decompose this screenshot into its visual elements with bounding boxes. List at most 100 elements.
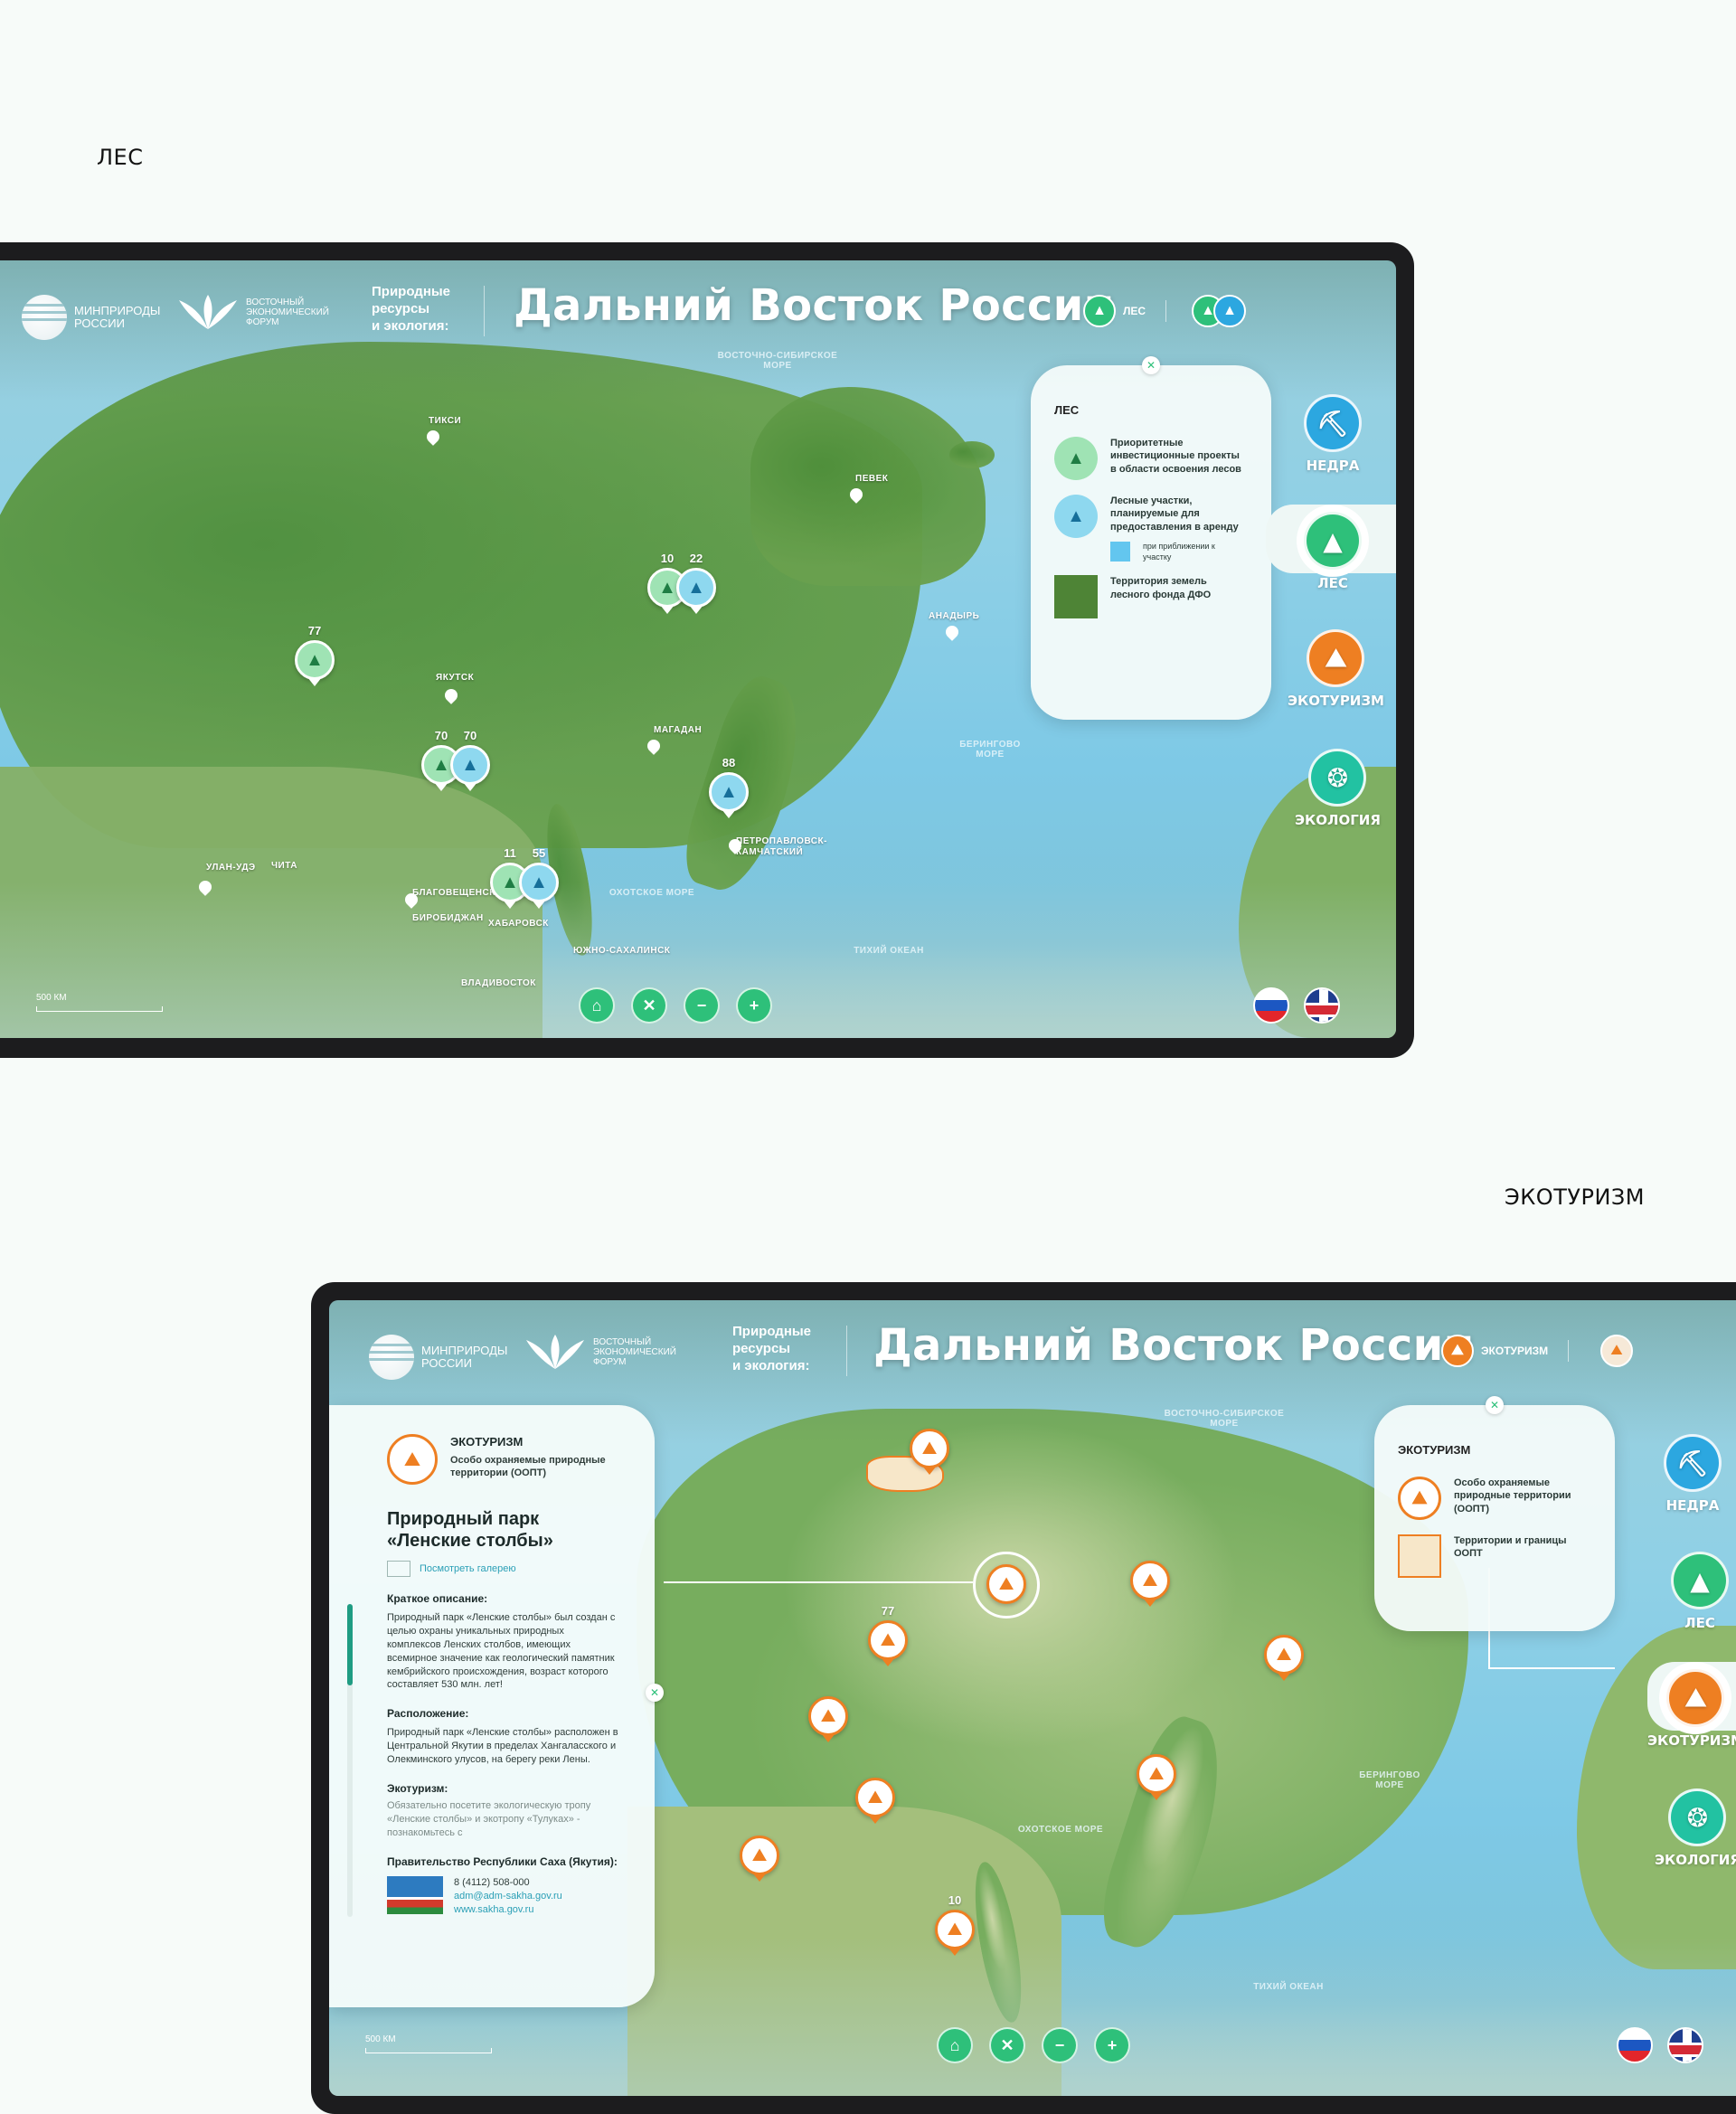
forest-plot-pin[interactable]: 88 ▲ [709, 756, 749, 818]
zoom-in-button[interactable]: + [1094, 2027, 1130, 2063]
contact-website[interactable]: www.sakha.gov.ru [454, 1904, 533, 1915]
city-label: ТИКСИ [429, 416, 462, 426]
russian-flag-icon[interactable] [1253, 987, 1289, 1024]
legend-close-button[interactable]: ✕ [1486, 1396, 1504, 1414]
ecotourism-pin[interactable]: ⛰ [855, 1778, 895, 1824]
uk-flag-icon[interactable] [1304, 987, 1340, 1024]
category-ecotourism[interactable]: ⛰ ЭКОТУРИЗМ [1647, 1669, 1736, 1749]
forest-project-pin[interactable]: 77 ▲ [295, 624, 335, 686]
legend-title: ЛЕС [1054, 403, 1080, 417]
pin-tail [821, 1733, 835, 1742]
map-controls: ⌂ ✕ − + [579, 987, 772, 1024]
city-label: УЛАН-УДЭ [206, 863, 256, 873]
legend-row: ⛰ Особо охраняемые природные территории … [1398, 1477, 1591, 1520]
russian-flag-icon[interactable] [1617, 2027, 1653, 2063]
ecotourism-pin[interactable]: ⛰ [910, 1429, 949, 1475]
ecotourism-pin[interactable]: ⛰ [740, 1836, 779, 1882]
category-ecology[interactable]: ❂ ЭКОЛОГИЯ [1295, 749, 1381, 828]
legend-close-button[interactable]: ✕ [1142, 356, 1160, 374]
eco-caption-line3: и экология: [372, 317, 449, 334]
hiker-icon: ⛰ [868, 1620, 908, 1660]
legend-row: Территория земель лесного фонда ДФО [1054, 575, 1248, 619]
city-marker-icon[interactable] [943, 623, 961, 641]
pin-tail [881, 1657, 895, 1666]
lotus-icon [179, 295, 237, 329]
ecotourism-pin-selected[interactable]: ⛰ [986, 1564, 1026, 1604]
pin-tail [868, 1815, 882, 1824]
city-label: ПЕВЕК [855, 474, 889, 484]
scroll-thumb[interactable] [347, 1604, 353, 1685]
zoom-out-button[interactable]: − [1042, 2027, 1078, 2063]
tree-blue-icon: ▲ [450, 745, 490, 785]
hiker-icon: ⛰ [910, 1429, 949, 1468]
hiker-icon: ⛰ [1264, 1635, 1304, 1675]
logo-ministry-line1: МИНПРИРОДЫ [421, 1344, 508, 1358]
gallery-link[interactable]: Посмотреть галерею [387, 1561, 618, 1577]
category-ecology[interactable]: ❂ ЭКОЛОГИЯ [1655, 1788, 1736, 1868]
active-layer-chip[interactable]: ▲ ЛЕС [1083, 295, 1167, 327]
category-label: НЕДРА [1306, 458, 1360, 474]
pin-count: 10 [660, 552, 675, 565]
tree-icon: ▲ [1054, 437, 1098, 480]
ecotourism-pin[interactable]: ⛰ [1130, 1561, 1170, 1607]
pin-tail [532, 900, 546, 909]
info-close-button[interactable]: ✕ [646, 1684, 664, 1702]
tree-icon: ▲ [1083, 295, 1116, 327]
pin-tail [503, 900, 517, 909]
category-les[interactable]: ▲ ЛЕС [1304, 512, 1362, 591]
legend-title: ЭКОТУРИЗМ [1398, 1443, 1471, 1457]
pin-count: 77 [881, 1604, 895, 1618]
pin-count: 11 [504, 846, 516, 860]
home-button[interactable]: ⌂ [937, 2027, 973, 2063]
category-nedra[interactable]: ⛏ НЕДРА [1664, 1434, 1722, 1514]
layer-toggle-chip[interactable]: ▲ ▲ [1192, 295, 1246, 327]
tree-blue-icon: ▲ [519, 863, 559, 902]
forest-plot-pin[interactable]: 55 ▲ [519, 846, 559, 909]
city-label: ЮЖНО-САХАЛИНСК [573, 946, 671, 956]
ecotourism-pin[interactable]: 10 ⛰ [935, 1893, 975, 1956]
ecotourism-pin[interactable]: 77 ⛰ [868, 1604, 908, 1666]
boundary-swatch [1398, 1534, 1441, 1578]
reset-button[interactable]: ✕ [631, 987, 667, 1024]
contact-phone[interactable]: 8 (4112) 508-000 [454, 1876, 562, 1890]
landmass-chukotka [750, 387, 986, 586]
category-ecotourism[interactable]: ⛰ ЭКОТУРИЗМ [1288, 629, 1384, 709]
device-frame-eco: МИНПРИРОДЫ РОССИИ ВОСТОЧНЫЙ ЭКОНОМИЧЕСКИЙ Ф… [311, 1282, 1736, 2114]
image-icon [387, 1561, 410, 1577]
map-screen-eco[interactable]: МИНПРИРОДЫ РОССИИ ВОСТОЧНЫЙ ЭКОНОМИЧЕСКИЙ Ф… [329, 1300, 1736, 2096]
forest-plot-pin[interactable]: 70 ▲ [450, 729, 490, 791]
info-scrollbar[interactable] [347, 1604, 353, 1917]
active-layer-label: ЭКОТУРИЗМ [1481, 1345, 1549, 1357]
category-label: ЭКОТУРИЗМ [1288, 693, 1384, 709]
sea-label-east-siberian: ВОСТОЧНО-СИБИРСКОЕ МОРЕ [1164, 1409, 1285, 1429]
shell-icon: ❂ [1308, 749, 1367, 807]
uk-flag-icon[interactable] [1667, 2027, 1703, 2063]
eco-caption-line1: Природные [732, 1324, 812, 1339]
page-title: Дальний Восток России [873, 1320, 1475, 1371]
forum-line3: ФОРУМ [246, 316, 279, 327]
active-layer-chip[interactable]: ⛰ ЭКОТУРИЗМ [1441, 1335, 1570, 1367]
zoom-in-button[interactable]: + [736, 987, 772, 1024]
logo-forum[interactable]: ВОСТОЧНЫЙ ЭКОНОМИЧЕСКИЙ ФОРУМ [523, 1333, 676, 1371]
ecotourism-pin[interactable]: ⛰ [1137, 1754, 1176, 1800]
category-les[interactable]: ▲ ЛЕС [1671, 1552, 1729, 1631]
map-screen-forest[interactable]: МИНПРИРОДЫ РОССИИ ВОСТОЧНЫЙ ЭКОНОМИЧЕСКИЙ Ф… [0, 260, 1396, 1038]
legend-panel: ЛЕС ▲ Приоритетные инвестиционные проект… [1031, 365, 1271, 720]
ecotourism-pin[interactable]: ⛰ [1264, 1635, 1304, 1681]
logo-ministry[interactable]: МИНПРИРОДЫ РОССИИ [369, 1335, 507, 1380]
home-button[interactable]: ⌂ [579, 987, 615, 1024]
logo-ministry[interactable]: МИНПРИРОДЫ РОССИИ [22, 295, 160, 340]
forum-line2: ЭКОНОМИЧЕСКИЙ [246, 307, 329, 317]
forest-plot-pin[interactable]: 22 ▲ [676, 552, 716, 614]
chip-divider [1568, 1340, 1570, 1362]
page-title: Дальний Восток России [514, 280, 1115, 331]
zoom-out-button[interactable]: − [684, 987, 720, 1024]
category-nedra[interactable]: ⛏ НЕДРА [1304, 394, 1362, 474]
hiker-toggle-icon[interactable]: ⛰ [1600, 1335, 1633, 1367]
logo-forum[interactable]: ВОСТОЧНЫЙ ЭКОНОМИЧЕСКИЙ ФОРУМ [175, 293, 329, 331]
forum-line3: ФОРУМ [593, 1356, 627, 1367]
sea-label-bering: БЕРИНГОВО МОРЕ [959, 740, 1021, 760]
contact-email[interactable]: adm@adm-sakha.gov.ru [454, 1891, 562, 1902]
ecotourism-pin[interactable]: ⛰ [808, 1696, 848, 1742]
reset-button[interactable]: ✕ [989, 2027, 1025, 2063]
